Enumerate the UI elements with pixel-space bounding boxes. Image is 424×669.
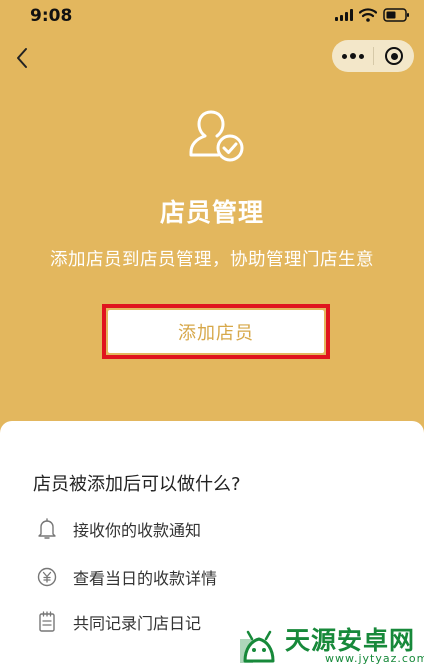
nav-bar <box>0 38 424 78</box>
user-check-icon <box>189 110 244 162</box>
battery-icon <box>383 8 410 22</box>
more-button[interactable] <box>332 40 373 72</box>
android-logo-icon <box>240 630 275 663</box>
info-question: 店员被添加后可以做什么? <box>33 474 241 495</box>
feature-item-payment-detail: 查看当日的收款详情 <box>36 565 217 589</box>
close-button[interactable] <box>374 40 414 72</box>
notepad-icon <box>36 611 58 633</box>
feature-item-notification: 接收你的收款通知 <box>36 517 201 541</box>
feature-label: 查看当日的收款详情 <box>73 569 218 588</box>
chevron-left-icon <box>17 48 27 68</box>
header-panel: 9:08 店员管理 添加店员到店员管理，协助管理门店生意 添加店员 <box>0 0 424 450</box>
more-dots-icon <box>341 53 347 59</box>
feature-label: 接收你的收款通知 <box>73 521 202 540</box>
circle-close-icon <box>385 47 403 65</box>
status-bar: 9:08 <box>0 0 424 34</box>
signal-icon <box>335 9 353 21</box>
system-icons <box>335 8 410 22</box>
feature-item-store-diary: 共同记录门店日记 <box>36 610 201 634</box>
bell-icon <box>36 518 58 540</box>
yuan-icon <box>36 566 58 588</box>
watermark: 天源安卓网 www.jytyaz.com <box>233 615 424 669</box>
page-subtitle: 添加店员到店员管理，协助管理门店生意 <box>50 250 374 270</box>
add-staff-button[interactable]: 添加店员 <box>108 310 324 353</box>
mini-program-capsule <box>332 40 414 72</box>
status-time: 9:08 <box>30 6 73 26</box>
watermark-url: www.jytyaz.com <box>325 652 424 665</box>
feature-label: 共同记录门店日记 <box>73 614 202 633</box>
back-button[interactable] <box>12 44 34 72</box>
wifi-icon <box>359 8 377 22</box>
page-title: 店员管理 <box>159 198 264 227</box>
